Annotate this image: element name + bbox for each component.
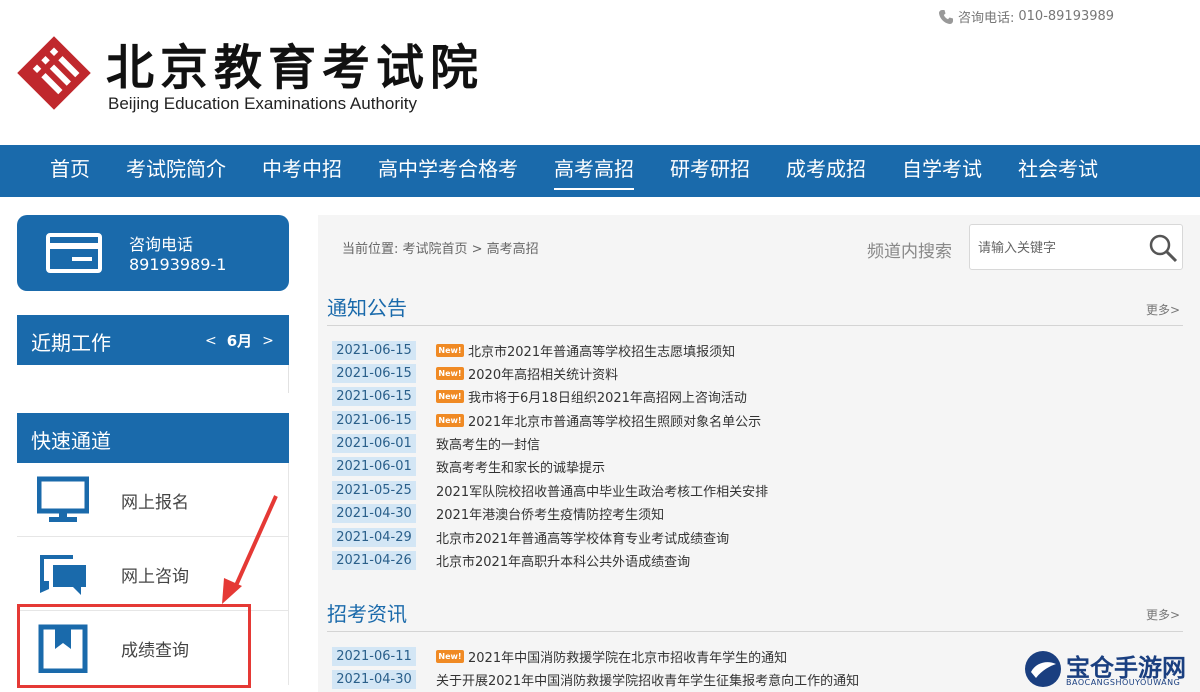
recruit-more-link[interactable]: 更多> (1146, 606, 1180, 623)
news-date: 2021-06-15 (332, 340, 416, 360)
site-title-cn: 北京教育考试院 (106, 40, 485, 96)
nav-item-xuekao[interactable]: 高中学考合格考 (360, 145, 536, 197)
news-title[interactable]: 2021年北京市普通高等学校招生照顾对象名单公示 (468, 411, 761, 430)
quick-item-label: 网上报名 (121, 493, 189, 513)
watermark-sub: BAOCANGSHOUYOUWANG (1066, 678, 1181, 687)
news-title[interactable]: 2021年中国消防救援学院在北京市招收青年学生的通知 (468, 647, 787, 666)
notices-more-link[interactable]: 更多> (1146, 301, 1180, 318)
watermark: 宝仓手游网 BAOCANGSHOUYOUWANG (1024, 648, 1200, 692)
site-title-en: Beijing Education Examinations Authority (108, 94, 418, 113)
news-title[interactable]: 北京市2021年高职升本科公共外语成绩查询 (436, 551, 690, 570)
news-title[interactable]: 北京市2021年普通高等学校体育专业考试成绩查询 (436, 528, 729, 547)
news-date: 2021-04-29 (332, 527, 416, 547)
consult-label: 咨询电话 (129, 235, 194, 254)
search-label: 频道内搜索 (867, 242, 952, 262)
hotline-label: 咨询电话: (958, 11, 1015, 26)
news-item[interactable]: 2021-04-29 北京市2021年普通高等学校体育专业考试成绩查询 (332, 527, 729, 547)
news-title[interactable]: 2021军队院校招收普通高中毕业生政治考核工作相关安排 (436, 481, 768, 500)
nav-item-about[interactable]: 考试院简介 (108, 145, 244, 197)
header-hotline: 咨询电话: 010-89193989 (938, 7, 1114, 26)
news-item[interactable]: 2021-06-15 New! 2021年北京市普通高等学校招生照顾对象名单公示 (332, 410, 761, 430)
site-header: 北京教育考试院 Beijing Education Examinations A… (0, 0, 1200, 145)
news-title[interactable]: 致高考考生和家长的诚挚提示 (436, 457, 605, 476)
news-item[interactable]: 2021-06-01 致高考考生和家长的诚挚提示 (332, 456, 605, 476)
annotation-arrow-icon (222, 495, 278, 604)
recruit-divider (327, 631, 1183, 632)
recruit-title: 招考资讯 (327, 602, 407, 626)
news-title[interactable]: 2021年港澳台侨考生疫情防控考生须知 (436, 504, 664, 523)
new-badge: New! (436, 649, 464, 663)
news-item[interactable]: 2021-06-11 New! 2021年中国消防救援学院在北京市招收青年学生的… (332, 646, 787, 666)
news-date: 2021-06-15 (332, 386, 416, 406)
news-title[interactable]: 我市将于6月18日组织2021年高招网上咨询活动 (468, 387, 747, 406)
news-item[interactable]: 2021-06-15 New! 2020年高招相关统计资料 (332, 363, 618, 383)
nav-item-zhongkao[interactable]: 中考中招 (244, 145, 360, 197)
main-nav: 首页 考试院简介 中考中招 高中学考合格考 高考高招 研考研招 成考成招 自学考… (0, 145, 1200, 197)
new-badge: New! (436, 389, 464, 403)
current-month: 6月 (226, 332, 253, 350)
hotline-number: 010-89193989 (1018, 9, 1115, 24)
news-date: 2021-04-26 (332, 550, 416, 570)
news-date: 2021-06-11 (332, 646, 416, 666)
news-date: 2021-04-30 (332, 669, 416, 689)
card-icon (46, 233, 102, 273)
consult-number: 89193989-1 (129, 255, 227, 274)
search-input[interactable] (978, 236, 1138, 260)
monitor-icon (37, 476, 89, 522)
quick-access-title: 快速通道 (31, 429, 111, 453)
nav-item-shehui[interactable]: 社会考试 (1000, 145, 1116, 197)
search-box (969, 224, 1183, 270)
news-item[interactable]: 2021-06-15 New! 北京市2021年普通高等学校招生志愿填报须知 (332, 340, 735, 360)
authority-logo-icon[interactable] (14, 33, 94, 113)
news-item[interactable]: 2021-06-15 New! 我市将于6月18日组织2021年高招网上咨询活动 (332, 386, 747, 406)
news-item[interactable]: 2021-04-26 北京市2021年高职升本科公共外语成绩查询 (332, 550, 690, 570)
news-item[interactable]: 2021-04-30 2021年港澳台侨考生疫情防控考生须知 (332, 503, 664, 523)
month-prev-button[interactable]: < (205, 333, 217, 349)
recent-work-header: 近期工作 < 6月 > (17, 315, 289, 365)
quick-item-label: 网上咨询 (121, 567, 189, 587)
news-title[interactable]: 关于开展2021年中国消防救援学院招收青年学生征集报考意向工作的通知 (436, 670, 859, 689)
news-title[interactable]: 致高考生的一封信 (436, 434, 540, 453)
nav-item-yankao[interactable]: 研考研招 (652, 145, 768, 197)
main-content (318, 215, 1200, 692)
news-item[interactable]: 2021-06-01 致高考生的一封信 (332, 433, 540, 453)
nav-item-zixue[interactable]: 自学考试 (884, 145, 1000, 197)
breadcrumb: 当前位置: 考试院首页 > 高考高招 (342, 242, 539, 257)
recent-work-title: 近期工作 (31, 331, 111, 355)
news-date: 2021-06-01 (332, 433, 416, 453)
news-date: 2021-06-15 (332, 363, 416, 383)
recent-work-list (17, 365, 289, 393)
chat-icon (40, 555, 86, 595)
annotation-highlight-box (17, 604, 251, 688)
nav-item-gaokao[interactable]: 高考高招 (536, 145, 652, 197)
news-date: 2021-05-25 (332, 480, 416, 500)
consult-panel[interactable]: 咨询电话 89193989-1 (17, 215, 289, 291)
news-item[interactable]: 2021-05-25 2021军队院校招收普通高中毕业生政治考核工作相关安排 (332, 480, 768, 500)
news-date: 2021-06-15 (332, 410, 416, 430)
news-date: 2021-06-01 (332, 456, 416, 476)
nav-item-home[interactable]: 首页 (32, 145, 108, 197)
notices-title: 通知公告 (327, 296, 407, 320)
search-icon[interactable] (1148, 233, 1178, 263)
news-item[interactable]: 2021-04-30 关于开展2021年中国消防救援学院招收青年学生征集报考意向… (332, 669, 859, 689)
new-badge: New! (436, 343, 464, 357)
new-badge: New! (436, 413, 464, 427)
news-title[interactable]: 2020年高招相关统计资料 (468, 364, 618, 383)
watermark-logo-icon (1025, 651, 1061, 687)
new-badge: New! (436, 366, 464, 380)
notices-divider (327, 325, 1183, 326)
month-switcher: < 6月 > (205, 330, 274, 351)
news-date: 2021-04-30 (332, 503, 416, 523)
nav-item-chengkao[interactable]: 成考成招 (768, 145, 884, 197)
month-next-button[interactable]: > (262, 333, 274, 349)
phone-icon (939, 9, 953, 24)
news-title[interactable]: 北京市2021年普通高等学校招生志愿填报须知 (468, 341, 735, 360)
quick-access-header: 快速通道 (17, 413, 289, 463)
